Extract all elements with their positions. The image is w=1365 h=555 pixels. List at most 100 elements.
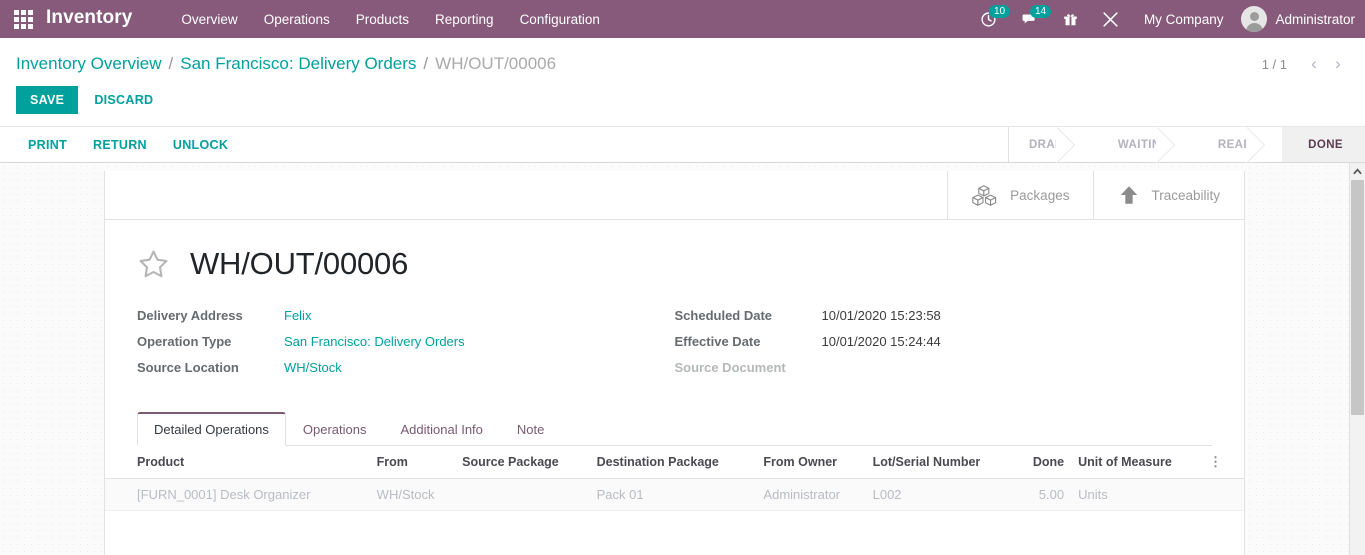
status-done[interactable]: DONE (1282, 127, 1365, 162)
chevron-up-icon (1353, 168, 1362, 175)
cell-unit-of-measure[interactable]: Units (1078, 478, 1209, 511)
column-header-destination-package[interactable]: Destination Package (596, 446, 764, 479)
top-navbar: Inventory Overview Operations Products R… (0, 0, 1365, 38)
company-switcher[interactable]: My Company (1132, 12, 1236, 27)
cell-product[interactable]: [FURN_0001] Desk Organizer (105, 478, 377, 511)
column-header-lot-serial-number[interactable]: Lot/Serial Number (872, 446, 1022, 479)
column-header-from-owner[interactable]: From Owner (763, 446, 873, 479)
column-header-from[interactable]: From (376, 446, 463, 479)
field-value-delivery-address[interactable]: Felix (284, 308, 311, 323)
status-draft[interactable]: DRAFT (1008, 126, 1092, 163)
page-title: WH/OUT/00006 (190, 246, 409, 281)
statusbar-row: PRINT RETURN UNLOCK DRAFT WAITING READY … (0, 126, 1365, 163)
traceability-smart-button[interactable]: Traceability (1093, 171, 1244, 219)
developer-tools-button[interactable] (1091, 0, 1130, 38)
field-label-delivery-address: Delivery Address (137, 308, 243, 323)
packages-smart-button[interactable]: Packages (947, 171, 1093, 219)
scrollbar-thumb[interactable] (1351, 180, 1364, 415)
breadcrumb-item-delivery-orders[interactable]: San Francisco: Delivery Orders (180, 54, 416, 74)
form-control-buttons: SAVE DISCARD (0, 76, 1365, 126)
traceability-smart-button-label: Traceability (1151, 187, 1220, 203)
field-value-scheduled-date[interactable]: 10/01/2020 15:23:58 (822, 308, 941, 323)
field-delivery-address: Delivery Address Felix (137, 308, 645, 323)
tab-note[interactable]: Note (500, 412, 561, 446)
field-group-left: Delivery Address Felix Operation Type Sa… (137, 308, 675, 386)
field-label-effective-date: Effective Date (674, 334, 761, 349)
star-outline-icon[interactable] (137, 248, 170, 281)
menu-item-operations[interactable]: Operations (251, 2, 343, 37)
apps-grid-icon (13, 9, 33, 29)
field-label-source-document: Source Document (674, 360, 786, 375)
user-menu[interactable]: Administrator (1237, 6, 1355, 32)
status-waiting[interactable]: WAITING (1091, 126, 1192, 163)
packages-boxes-icon (972, 184, 997, 206)
field-groups: Delivery Address Felix Operation Type Sa… (137, 308, 1212, 386)
pager-value: 1 / 1 (1261, 56, 1287, 72)
scrollbar-track[interactable] (1350, 180, 1365, 555)
gift-icon (1064, 14, 1077, 26)
breadcrumb-separator: / (423, 54, 429, 73)
save-button[interactable]: SAVE (16, 86, 79, 114)
table-header-row: Product From Source Package Destination … (105, 446, 1244, 479)
optional-columns-button[interactable]: ⋮ (1209, 446, 1244, 479)
record-title-row: WH/OUT/00006 (137, 246, 1212, 282)
avatar (1241, 6, 1268, 32)
field-label-scheduled-date: Scheduled Date (674, 308, 773, 323)
field-value-operation-type[interactable]: San Francisco: Delivery Orders (284, 334, 465, 349)
tools-wrench-icon (1103, 11, 1118, 27)
field-group-right: Scheduled Date 10/01/2020 15:23:58 Effec… (675, 308, 1213, 386)
field-source-document: Source Document (675, 360, 1183, 375)
field-label-source-location: Source Location (137, 360, 239, 375)
vertical-dots-icon: ⋮ (1209, 454, 1222, 469)
tab-operations[interactable]: Operations (286, 412, 384, 446)
cell-from-owner[interactable]: Administrator (763, 478, 873, 511)
breadcrumb-item-inventory-overview[interactable]: Inventory Overview (16, 54, 162, 74)
tab-additional-info[interactable]: Additional Info (384, 412, 500, 446)
menu-item-reporting[interactable]: Reporting (422, 2, 507, 37)
cell-destination-package[interactable]: Pack 01 (596, 478, 764, 511)
cell-source-package[interactable] (462, 478, 597, 511)
cell-lot-serial-number[interactable]: L002 (872, 478, 1022, 511)
sheet-body: WH/OUT/00006 Delivery Address Felix Oper… (105, 220, 1244, 511)
app-brand-inventory[interactable]: Inventory (46, 7, 132, 31)
control-panel: Inventory Overview / San Francisco: Deli… (0, 38, 1365, 126)
column-header-source-package[interactable]: Source Package (462, 446, 597, 479)
discard-button[interactable]: DISCARD (82, 86, 165, 114)
breadcrumb-separator: / (168, 54, 174, 73)
column-header-unit-of-measure[interactable]: Unit of Measure (1078, 446, 1209, 479)
gift-button[interactable] (1052, 0, 1089, 38)
form-view-container: Packages Traceability WH/OUT/00006 Deliv… (0, 163, 1365, 555)
menu-item-configuration[interactable]: Configuration (507, 2, 613, 37)
column-header-product[interactable]: Product (105, 446, 377, 479)
vertical-scrollbar[interactable] (1349, 163, 1365, 555)
menu-item-overview[interactable]: Overview (168, 2, 250, 37)
tab-detailed-operations[interactable]: Detailed Operations (137, 412, 286, 446)
field-effective-date: Effective Date 10/01/2020 15:24:44 (675, 334, 1183, 349)
navbar-right-tools: 10 14 My Company Administrator (969, 0, 1365, 38)
column-header-done[interactable]: Done (1021, 446, 1079, 479)
return-button[interactable]: RETURN (81, 132, 159, 158)
detailed-operations-table: Product From Source Package Destination … (105, 446, 1244, 511)
pager-previous-button[interactable]: ‹ (1303, 53, 1325, 75)
activity-clock-button[interactable]: 10 (969, 0, 1011, 38)
record-pager: 1 / 1 ‹ › (1262, 53, 1349, 75)
apps-menu-button[interactable] (0, 0, 46, 38)
menu-item-products[interactable]: Products (343, 2, 422, 37)
table-head: Product From Source Package Destination … (105, 446, 1244, 479)
field-scheduled-date: Scheduled Date 10/01/2020 15:23:58 (675, 308, 1183, 323)
print-button[interactable]: PRINT (16, 132, 79, 158)
smart-button-bar: Packages Traceability (105, 171, 1244, 220)
unlock-button[interactable]: UNLOCK (161, 132, 240, 158)
cell-from[interactable]: WH/Stock (376, 478, 463, 511)
field-value-effective-date[interactable]: 10/01/2020 15:24:44 (822, 334, 941, 349)
main-menu: Overview Operations Products Reporting C… (168, 2, 612, 37)
field-value-source-location[interactable]: WH/Stock (284, 360, 342, 375)
record-action-buttons: PRINT RETURN UNLOCK (0, 127, 240, 162)
pager-next-button[interactable]: › (1327, 53, 1349, 75)
scroll-up-button[interactable] (1350, 163, 1365, 180)
breadcrumb-item-current-record: WH/OUT/00006 (435, 54, 557, 73)
status-ready[interactable]: READY (1191, 126, 1283, 163)
table-row[interactable]: [FURN_0001] Desk Organizer WH/Stock Pack… (105, 478, 1244, 511)
cell-done[interactable]: 5.00 (1021, 478, 1079, 511)
messages-button[interactable]: 14 (1010, 0, 1052, 38)
